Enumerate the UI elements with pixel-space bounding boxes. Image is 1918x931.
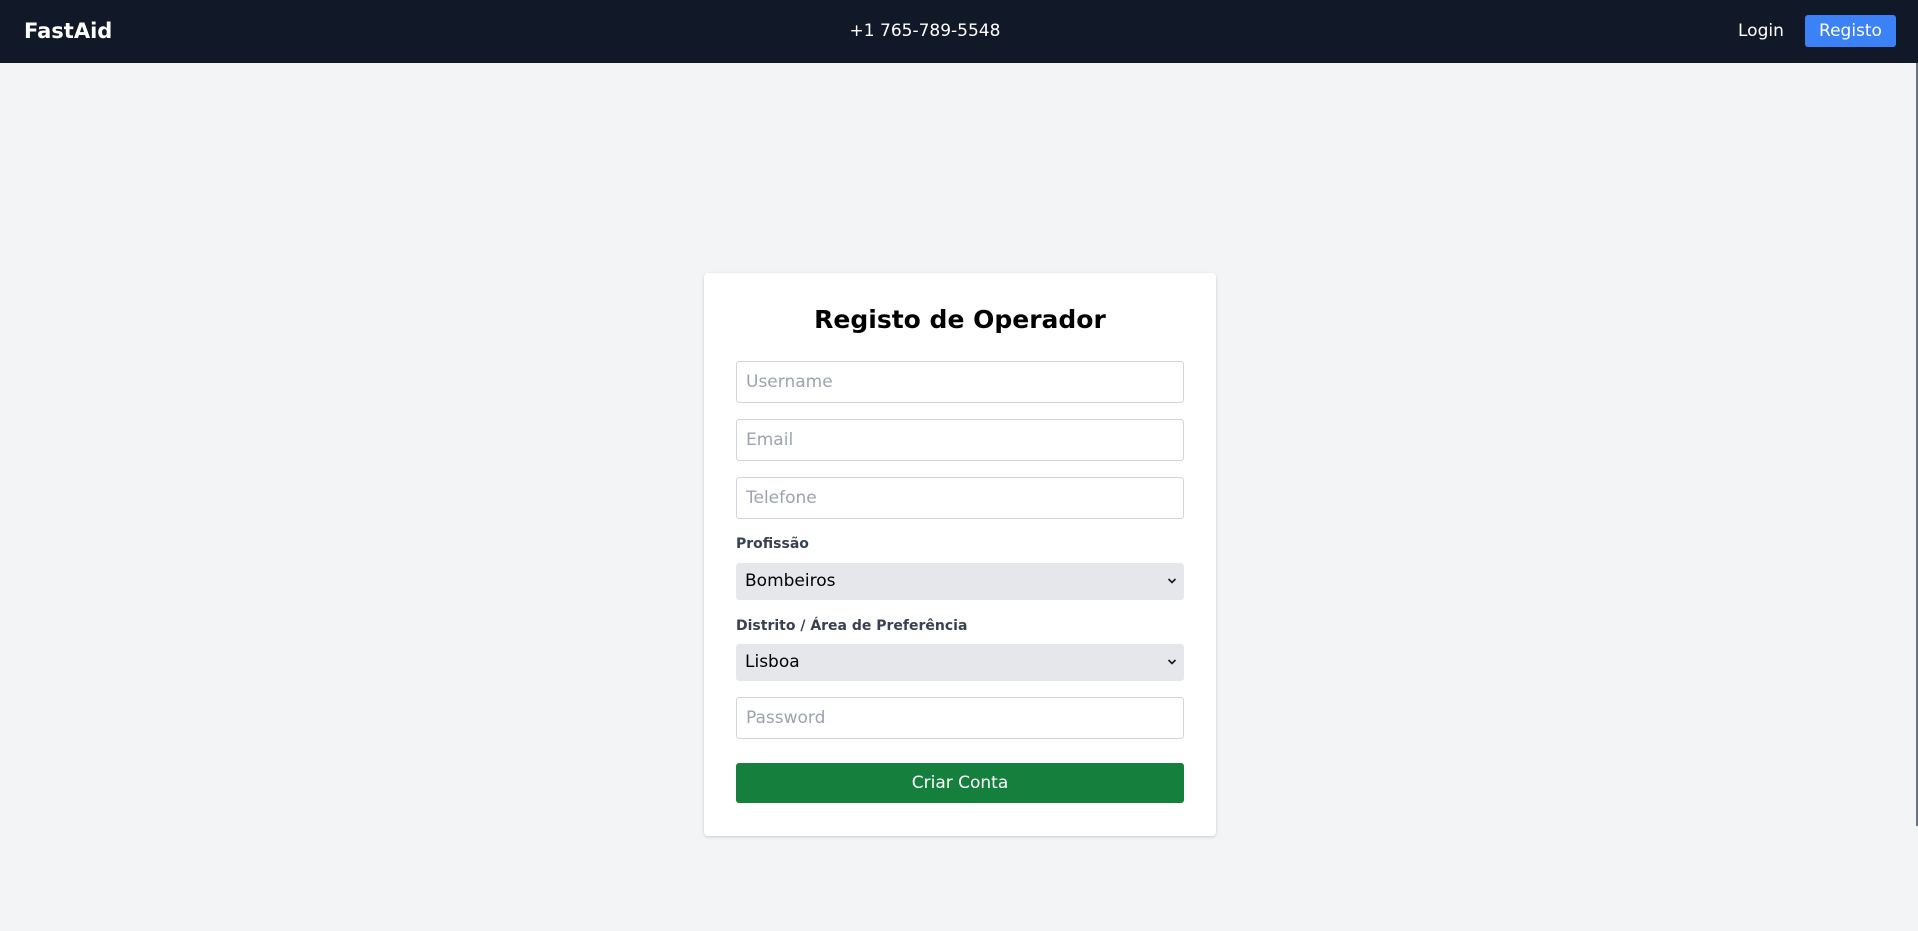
contact-phone: +1 765-789-5548: [849, 21, 1001, 41]
profession-selected-value: Bombeiros: [745, 571, 836, 591]
registration-card: Registo de Operador Profissão Bombeiros …: [704, 273, 1216, 836]
top-navbar: FastAid +1 765-789-5548 Login Registo: [0, 0, 1918, 63]
username-input[interactable]: [736, 361, 1184, 403]
district-select[interactable]: Lisboa: [736, 644, 1184, 681]
create-account-button[interactable]: Criar Conta: [736, 763, 1184, 803]
profession-label: Profissão: [736, 536, 809, 552]
profession-select[interactable]: Bombeiros: [736, 563, 1184, 600]
chevron-down-icon: [1167, 659, 1177, 665]
district-selected-value: Lisboa: [745, 652, 800, 672]
page-title: Registo de Operador: [814, 305, 1106, 334]
chevron-down-icon: [1167, 578, 1177, 584]
password-input[interactable]: [736, 697, 1184, 739]
email-input[interactable]: [736, 419, 1184, 461]
phone-input[interactable]: [736, 477, 1184, 519]
district-label: Distrito / Área de Preferência: [736, 618, 968, 634]
login-link[interactable]: Login: [1738, 0, 1784, 63]
register-button[interactable]: Registo: [1805, 15, 1896, 47]
